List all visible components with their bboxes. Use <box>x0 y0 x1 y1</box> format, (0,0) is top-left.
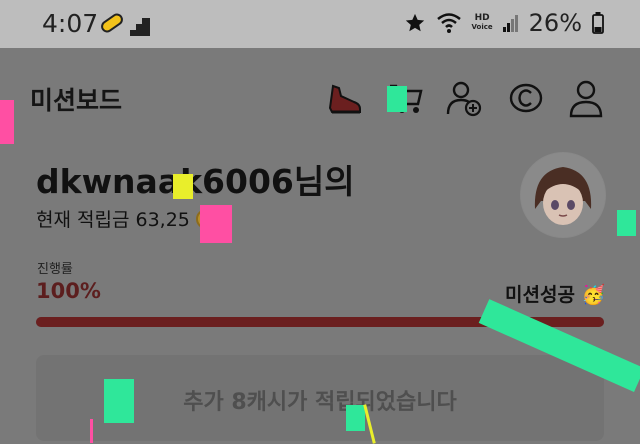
progress-value: 100% <box>36 279 101 303</box>
stairs-icon <box>130 18 150 36</box>
status-right: HD Voice 26% <box>404 9 604 37</box>
points-line: 현재 적립금 63,25 C <box>36 205 216 232</box>
star-icon <box>405 13 424 32</box>
overlay-yellow-blob <box>173 174 193 199</box>
overlay-green-blob <box>346 405 365 431</box>
wifi-icon <box>436 13 461 33</box>
avatar-image <box>521 153 605 237</box>
overlay-pink-blob <box>0 100 14 144</box>
overlay-pink-line <box>90 419 93 443</box>
pill-icon <box>98 11 126 35</box>
mission-status: 미션성공 🥳 <box>505 284 606 306</box>
overlay-green-blob <box>617 210 636 236</box>
avatar[interactable] <box>520 152 606 238</box>
points-label: 현재 적립금 63,25 <box>36 209 190 231</box>
overlay-green-blob <box>387 86 407 112</box>
username-heading: dkwnaak6006님의 <box>36 162 355 201</box>
profile-icon[interactable] <box>566 78 606 118</box>
add-user-icon[interactable] <box>444 78 484 118</box>
header-toolbar <box>320 78 620 120</box>
hd-voice-indicator: HD Voice <box>472 14 493 32</box>
signal-icon <box>502 15 518 32</box>
mission-board-screen: 미션보드 dkwnaak6006님의 현재 적립금 63,25 C <box>0 48 640 441</box>
voice-label: Voice <box>471 23 493 31</box>
progress-label: 진행률 <box>37 262 73 277</box>
page-title: 미션보드 <box>30 86 123 115</box>
hd-label: HD <box>474 13 490 23</box>
coin-icon[interactable] <box>506 78 546 118</box>
overlay-green-blob <box>104 379 134 423</box>
sneaker-icon[interactable] <box>324 78 364 118</box>
status-bar: 4:07 HD Voice 26% <box>0 0 640 48</box>
battery-percent: 26% <box>528 9 582 37</box>
status-time: 4:07 <box>42 9 99 38</box>
overlay-pink-blob <box>200 205 232 243</box>
battery-icon <box>592 12 604 34</box>
